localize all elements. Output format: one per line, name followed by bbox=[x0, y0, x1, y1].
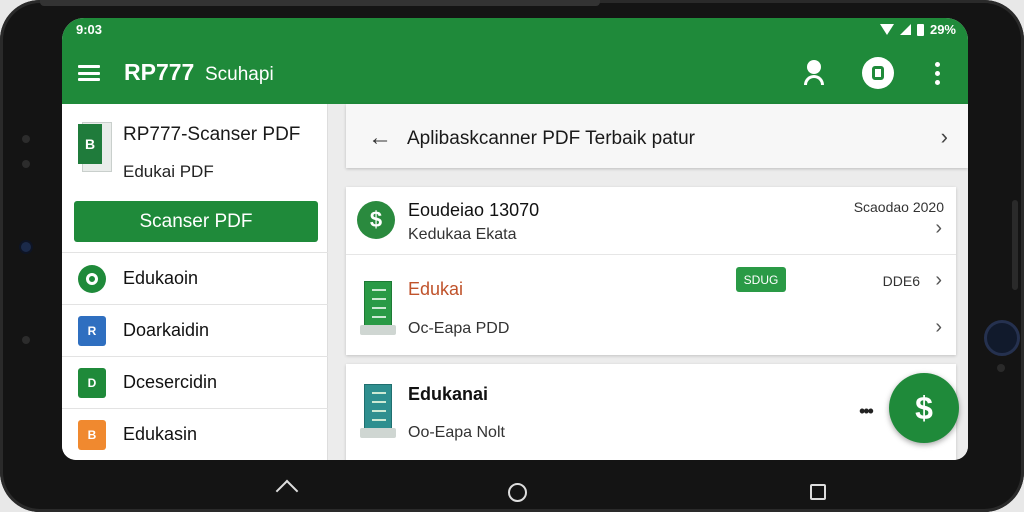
sidebar-item-label: Dcesercidin bbox=[123, 372, 218, 392]
chevron-right-icon[interactable]: › bbox=[935, 217, 942, 240]
wifi-icon bbox=[879, 24, 894, 35]
nav-home-icon[interactable] bbox=[508, 483, 527, 502]
volume-button bbox=[1012, 200, 1018, 290]
power-button bbox=[40, 0, 600, 6]
list-item-meta: DDE6 bbox=[882, 273, 920, 289]
back-arrow-icon[interactable]: ← bbox=[368, 124, 392, 152]
list-item-subtitle: Kedukaa Ekata bbox=[408, 226, 517, 243]
phone-frame: 9:03 29% RP777 Scuhapi B RP777-Scanser P… bbox=[0, 0, 1024, 512]
flash-dot bbox=[997, 364, 1005, 372]
app-title: RP777 bbox=[124, 59, 195, 85]
status-time: 9:03 bbox=[76, 22, 103, 37]
screen: 9:03 29% RP777 Scuhapi B RP777-Scanser P… bbox=[62, 18, 968, 460]
system-nav-bar bbox=[0, 466, 1024, 512]
dollar-icon: $ bbox=[357, 201, 395, 239]
sensor-dot bbox=[22, 336, 30, 344]
sidebar: B RP777-Scanser PDF Edukai PDF Scanser P… bbox=[62, 104, 328, 460]
hamburger-menu-icon[interactable] bbox=[78, 65, 100, 81]
sidebar-item-edukaoin[interactable]: Edukaoin bbox=[62, 252, 328, 304]
list-item-title[interactable]: Edukai bbox=[408, 279, 463, 300]
sidebar-app-name: RP777-Scanser PDF bbox=[123, 124, 301, 145]
spreadsheet-file-icon bbox=[360, 281, 396, 337]
rear-lens bbox=[984, 320, 1020, 356]
list-item[interactable]: $ Eoudeiao 13070 Kedukaa Ekata Scaodao 2… bbox=[346, 187, 956, 255]
chevron-right-icon[interactable]: › bbox=[935, 316, 942, 339]
sidebar-app-sub: Edukai PDF bbox=[123, 162, 214, 181]
chevron-right-icon[interactable]: › bbox=[935, 269, 942, 292]
app-bar: 9:03 29% RP777 Scuhapi bbox=[62, 18, 968, 104]
list-item-subtitle: Oo-Eapa Nolt bbox=[408, 424, 505, 441]
scan-pdf-button[interactable]: Scanser PDF bbox=[74, 201, 318, 242]
sensor-dot bbox=[22, 160, 30, 168]
document-list-card: $ Eoudeiao 13070 Kedukaa Ekata Scaodao 2… bbox=[346, 187, 956, 355]
list-item-title: Eoudeiao 13070 bbox=[408, 200, 540, 220]
list-item-meta: Scaodao 2020 bbox=[853, 199, 944, 215]
sensor-dot bbox=[22, 135, 30, 143]
app-subtitle: Scuhapi bbox=[205, 64, 274, 85]
front-camera bbox=[21, 242, 31, 252]
status-icons: 29% bbox=[879, 22, 956, 37]
sidebar-item-label: Edukaoin bbox=[123, 268, 199, 288]
sidebar-item-doarkaidin[interactable]: R Doarkaidin bbox=[62, 304, 328, 356]
nav-back-icon[interactable] bbox=[275, 479, 299, 503]
fab-dollar-button[interactable]: $ bbox=[889, 373, 959, 443]
chevron-right-icon[interactable]: › bbox=[941, 124, 948, 150]
nav-recents-icon[interactable] bbox=[810, 484, 826, 500]
battery-icon bbox=[916, 23, 924, 36]
sidebar-item-dcesercidin[interactable]: D Dcesercidin bbox=[62, 356, 328, 408]
list-item-subtitle: Oc-Eapa PDD bbox=[408, 320, 510, 337]
main-content: ← Aplibaskcanner PDF Terbaik patur › $ E… bbox=[328, 104, 968, 460]
content-header-title: Aplibaskcanner PDF Terbaik patur bbox=[407, 128, 695, 149]
sidebar-item-label: Edukasin bbox=[123, 424, 198, 444]
app-doc-icon: B bbox=[78, 122, 112, 176]
sidebar-item-edukasin[interactable]: B Edukasin bbox=[62, 408, 328, 460]
search-icon bbox=[78, 265, 106, 293]
list-item-title: Edukanai bbox=[408, 384, 489, 404]
status-badge: SDUG bbox=[736, 267, 786, 292]
spreadsheet-icon: D bbox=[78, 368, 106, 398]
battery-level: 29% bbox=[929, 22, 956, 37]
more-dots-icon[interactable]: ••• bbox=[859, 401, 874, 422]
overflow-menu-icon[interactable] bbox=[935, 62, 941, 86]
scan-circle-icon[interactable] bbox=[862, 57, 894, 89]
document-icon: R bbox=[78, 316, 106, 346]
document-file-icon bbox=[360, 384, 396, 440]
content-header: ← Aplibaskcanner PDF Terbaik patur › bbox=[346, 104, 968, 168]
account-icon[interactable] bbox=[803, 60, 825, 86]
signal-icon bbox=[899, 24, 911, 35]
slides-icon: B bbox=[78, 420, 106, 450]
sidebar-item-label: Doarkaidin bbox=[123, 320, 210, 340]
